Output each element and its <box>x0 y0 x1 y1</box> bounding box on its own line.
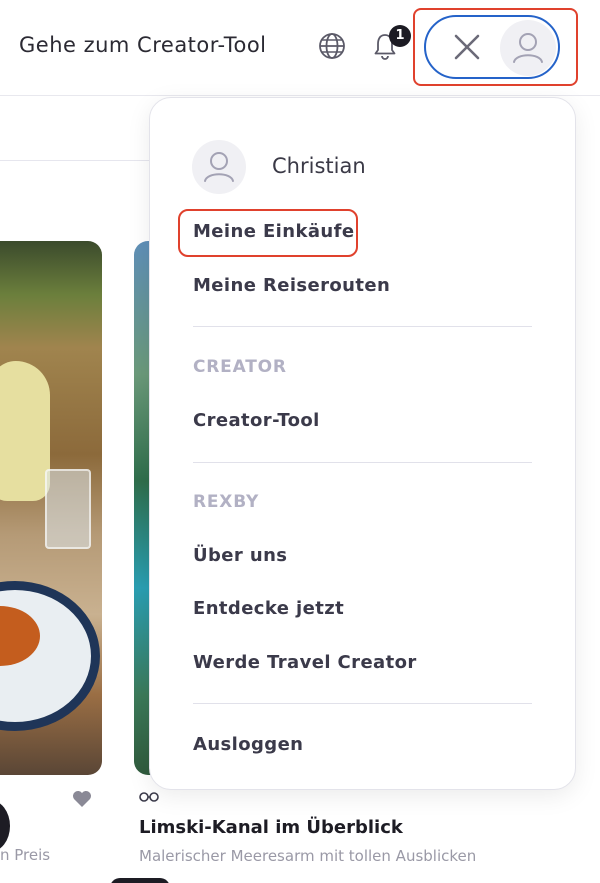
menu-section-creator: CREATOR <box>193 357 287 377</box>
menu-user-avatar <box>192 140 246 194</box>
user-icon <box>204 152 234 182</box>
close-icon[interactable] <box>451 31 483 63</box>
menu-divider <box>193 462 532 463</box>
menu-item-my-itineraries[interactable]: Meine Reiserouten <box>193 275 390 296</box>
top-bar: Gehe zum Creator-Tool 1 <box>0 0 600 96</box>
user-icon <box>513 33 543 63</box>
user-avatar[interactable] <box>500 20 556 76</box>
image-glass <box>45 469 91 549</box>
menu-divider <box>193 703 532 704</box>
menu-section-rexby: REXBY <box>193 492 260 512</box>
right-card-subtitle: Malerischer Meeresarm mit tollen Ausblic… <box>139 847 477 865</box>
menu-item-discover-now[interactable]: Entdecke jetzt <box>193 598 344 619</box>
menu-item-about-us[interactable]: Über uns <box>193 545 287 566</box>
right-card-title[interactable]: Limski-Kanal im Überblick <box>139 817 403 838</box>
menu-user-name: Christian <box>272 154 366 178</box>
creator-tool-link[interactable]: Gehe zum Creator-Tool <box>19 33 267 57</box>
content-divider <box>0 160 150 161</box>
heart-icon[interactable] <box>72 790 92 808</box>
bottom-element <box>110 878 170 883</box>
menu-item-my-purchases[interactable]: Meine Einkäufe <box>193 221 354 242</box>
menu-item-become-creator[interactable]: Werde Travel Creator <box>193 652 417 673</box>
menu-item-logout[interactable]: Ausloggen <box>193 734 303 755</box>
creator-avatar <box>0 800 10 852</box>
notification-badge: 1 <box>389 25 411 47</box>
menu-item-creator-tool[interactable]: Creator-Tool <box>193 410 320 431</box>
card-image-left[interactable] <box>0 241 102 775</box>
account-dropdown-menu <box>149 97 576 790</box>
globe-icon[interactable] <box>318 32 346 60</box>
image-pillow <box>0 361 50 501</box>
menu-divider <box>193 326 532 327</box>
glasses-icon <box>139 792 159 802</box>
left-card-subtitle: n Preis <box>0 846 51 864</box>
